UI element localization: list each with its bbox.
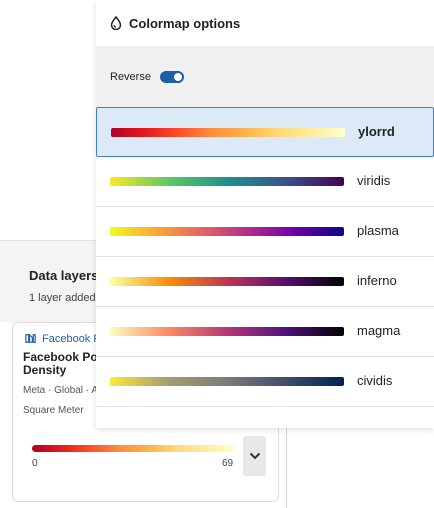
data-layers-title: Data layers <box>29 268 99 283</box>
data-layers-count: 1 layer added <box>29 292 96 304</box>
legend-colorbar <box>32 445 235 452</box>
colormap-name: ylorrd <box>358 124 395 139</box>
colormap-swatch <box>110 327 344 336</box>
layer-source[interactable]: Facebook P <box>24 332 101 345</box>
reverse-label: Reverse <box>110 70 151 83</box>
colormap-option-magma[interactable]: magma <box>96 307 434 357</box>
colormap-list: ylorrd viridis plasma inferno magma civi… <box>96 107 434 428</box>
colormap-name: cividis <box>357 373 393 388</box>
colormap-swatch <box>110 377 344 386</box>
colormap-option-cividis[interactable]: cividis <box>96 357 434 407</box>
colormap-option-viridis[interactable]: viridis <box>96 157 434 207</box>
popover-title: Colormap options <box>129 15 241 31</box>
reverse-row: Reverse <box>96 46 434 107</box>
legend-max: 69 <box>222 458 234 469</box>
colormap-swatch <box>110 227 344 236</box>
colormap-option-ylorrd[interactable]: ylorrd <box>96 107 434 157</box>
colormap-name: magma <box>357 323 401 338</box>
legend-expand-button[interactable] <box>243 436 266 476</box>
droplet-icon <box>110 16 122 30</box>
layer-source-label: Facebook P <box>42 332 101 345</box>
colormap-name: viridis <box>357 173 391 188</box>
legend-min: 0 <box>32 458 38 469</box>
colormap-swatch <box>110 277 344 286</box>
colormap-name: inferno <box>357 273 397 288</box>
toggle-knob <box>173 72 182 81</box>
colormap-option-plasma[interactable]: plasma <box>96 207 434 257</box>
meta-icon <box>25 333 36 343</box>
colormap-name: plasma <box>357 223 399 238</box>
colormap-swatch <box>110 177 344 186</box>
chevron-down-icon <box>249 452 260 460</box>
colormap-option-partial[interactable] <box>96 407 434 428</box>
colormap-swatch <box>111 128 345 137</box>
popover-header: Colormap options <box>96 0 434 46</box>
colormap-popover: Colormap options Reverse ylorrd viridis … <box>96 0 434 428</box>
colormap-option-inferno[interactable]: inferno <box>96 257 434 307</box>
reverse-toggle[interactable] <box>159 70 184 83</box>
